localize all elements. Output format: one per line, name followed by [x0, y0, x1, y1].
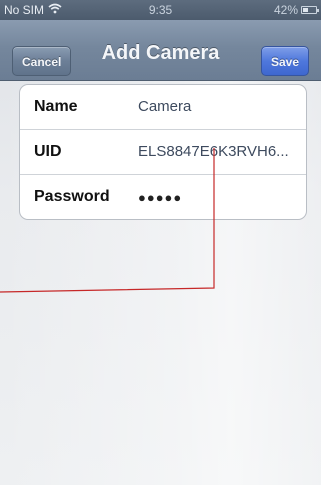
name-label: Name: [34, 98, 78, 115]
battery-fill: [303, 8, 308, 12]
name-row[interactable]: Name Camera: [20, 85, 306, 130]
name-field[interactable]: Camera: [138, 98, 300, 115]
save-button[interactable]: Save: [260, 46, 309, 76]
battery-percent: 42%: [273, 3, 298, 17]
uid-row[interactable]: UID ELS8847E6K3RVH6...: [20, 130, 306, 175]
password-label: Password: [34, 188, 110, 205]
status-bar: No SIM 9:35 42%: [0, 0, 321, 20]
uid-label: UID: [34, 143, 62, 160]
password-field[interactable]: ●●●●●: [138, 190, 300, 205]
camera-form: Name Camera UID ELS8847E6K3RVH6... Passw…: [19, 84, 307, 220]
battery-icon: [301, 6, 319, 14]
navigation-bar: Cancel Add Camera Save: [0, 20, 321, 81]
status-time: 9:35: [148, 3, 173, 17]
status-right: 42%: [273, 3, 319, 17]
uid-field[interactable]: ELS8847E6K3RVH6...: [138, 143, 300, 160]
app-screen: No SIM 9:35 42% Cancel Add Camera Save N…: [0, 0, 321, 485]
password-row[interactable]: Password ●●●●●: [20, 175, 306, 219]
